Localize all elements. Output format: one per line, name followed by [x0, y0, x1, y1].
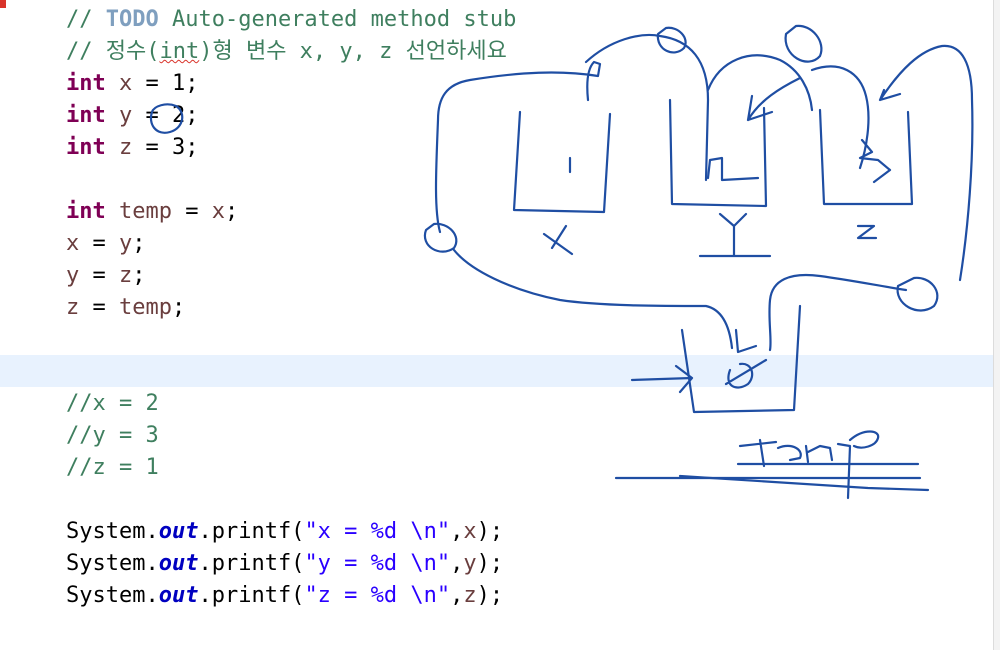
- method-call: .printf(: [198, 519, 305, 544]
- keyword-int: int: [66, 199, 106, 224]
- code-text: =: [79, 231, 119, 256]
- static-field-out: out: [158, 583, 199, 608]
- code-text: =: [79, 263, 119, 288]
- variable-z: z: [66, 295, 80, 320]
- comment-text: Auto-generated method stub: [158, 7, 517, 32]
- keyword-int: int: [66, 135, 106, 160]
- variable-y: y: [463, 551, 477, 576]
- variable-z: z: [119, 135, 133, 160]
- code-text: ,: [450, 551, 464, 576]
- comment-text: //y = 3: [66, 423, 159, 448]
- variable-y: y: [66, 263, 80, 288]
- code-line-note-z[interactable]: //z = 1: [66, 452, 159, 484]
- code-line-decl-z[interactable]: int z = 3;: [66, 132, 198, 164]
- code-line-todo-comment[interactable]: // TODO Auto-generated method stub: [66, 4, 516, 36]
- comment-text: //z = 1: [66, 455, 159, 480]
- variable-x: x: [463, 519, 477, 544]
- code-text: = 2;: [132, 103, 199, 128]
- todo-tag: TODO: [105, 7, 159, 32]
- code-text: );: [476, 551, 504, 576]
- static-field-out: out: [158, 551, 199, 576]
- spelling-warning-word: int: [159, 39, 200, 64]
- variable-x: x: [66, 231, 80, 256]
- code-text: ,: [450, 519, 464, 544]
- class-name: System.: [66, 519, 159, 544]
- variable-x: x: [119, 71, 133, 96]
- code-line-declare-comment[interactable]: // 정수(int)형 변수 x, y, z 선언하세요: [66, 36, 507, 68]
- code-line-print-y[interactable]: System.out.printf("y = %d \n",y);: [66, 548, 503, 580]
- code-line-decl-x[interactable]: int x = 1;: [66, 68, 198, 100]
- code-line-decl-y[interactable]: int y = 2;: [66, 100, 198, 132]
- code-line-print-x[interactable]: System.out.printf("x = %d \n",x);: [66, 516, 503, 548]
- code-line-print-z[interactable]: System.out.printf("z = %d \n",z);: [66, 580, 503, 612]
- code-text: = 1;: [132, 71, 199, 96]
- variable-y: y: [119, 231, 133, 256]
- comment-text: //x = 2: [66, 391, 159, 416]
- variable-z: z: [119, 263, 133, 288]
- comment-text: //: [66, 7, 106, 32]
- variable-z: z: [463, 583, 477, 608]
- current-line-highlight: [0, 355, 1000, 387]
- code-text: );: [476, 519, 504, 544]
- code-text: ;: [171, 295, 186, 320]
- code-line-assign-z[interactable]: z = temp;: [66, 292, 185, 324]
- code-line-note-y[interactable]: //y = 3: [66, 420, 159, 452]
- code-text: ,: [450, 583, 464, 608]
- variable-temp: temp: [119, 199, 172, 224]
- code-text: );: [476, 583, 504, 608]
- code-text: ;: [132, 231, 146, 256]
- class-name: System.: [66, 551, 159, 576]
- string-literal: "y = %d \n": [304, 551, 451, 576]
- code-text: ;: [224, 199, 239, 224]
- code-text: = 3;: [132, 135, 199, 160]
- code-editor[interactable]: // TODO Auto-generated method stub // 정수…: [0, 0, 1000, 650]
- comment-text: // 정수(: [66, 39, 160, 64]
- code-text: =: [171, 199, 212, 224]
- code-line-note-x[interactable]: //x = 2: [66, 388, 159, 420]
- comment-text: )형 변수 x, y, z 선언하세요: [199, 39, 507, 64]
- string-literal: "x = %d \n": [304, 519, 451, 544]
- code-text: ;: [132, 263, 146, 288]
- method-call: .printf(: [198, 583, 305, 608]
- error-marker: [0, 0, 6, 8]
- code-line-decl-temp[interactable]: int temp = x;: [66, 196, 238, 228]
- variable-temp: temp: [119, 295, 172, 320]
- code-line-assign-y[interactable]: y = z;: [66, 260, 146, 292]
- keyword-int: int: [66, 103, 106, 128]
- code-line-assign-x[interactable]: x = y;: [66, 228, 146, 260]
- variable-y: y: [119, 103, 133, 128]
- static-field-out: out: [158, 519, 199, 544]
- variable-x: x: [211, 199, 225, 224]
- editor-scrollbar[interactable]: [993, 0, 1000, 650]
- class-name: System.: [66, 583, 159, 608]
- keyword-int: int: [66, 71, 106, 96]
- method-call: .printf(: [198, 551, 305, 576]
- string-literal: "z = %d \n": [304, 583, 451, 608]
- code-text: =: [79, 295, 119, 320]
